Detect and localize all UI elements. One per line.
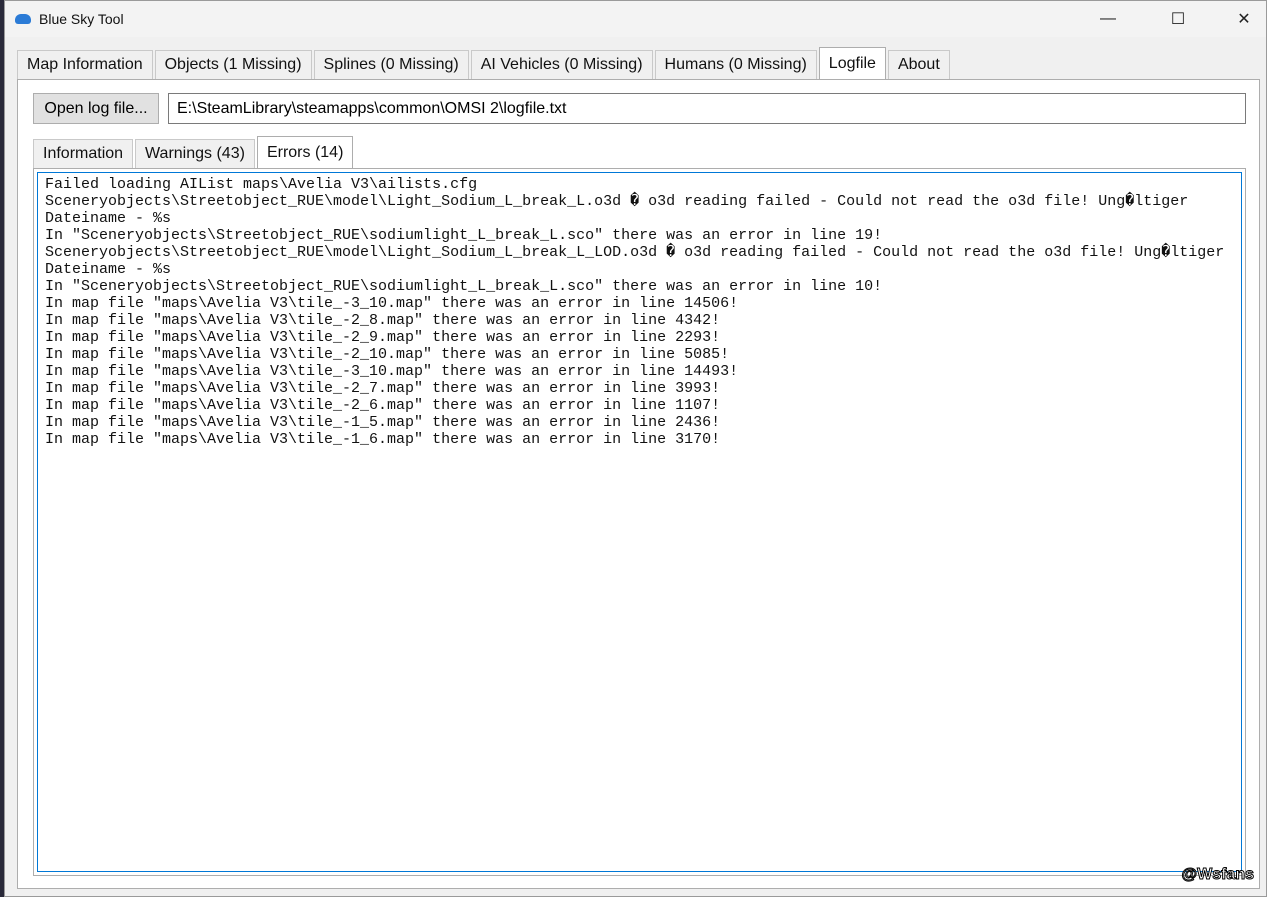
tab-ai-vehicles[interactable]: AI Vehicles (0 Missing) [470,50,653,79]
open-log-file-button[interactable]: Open log file... [33,93,159,124]
maximize-button[interactable]: ☐ [1155,1,1201,37]
log-line: Dateiname - %s [45,210,172,227]
log-line: In map file "maps\Avelia V3\tile_-2_7.ma… [45,380,721,397]
log-line: In map file "maps\Avelia V3\tile_-1_6.ma… [45,431,721,448]
tab-splines[interactable]: Splines (0 Missing) [313,50,469,79]
log-line: In map file "maps\Avelia V3\tile_-2_9.ma… [45,329,721,346]
error-log-textarea[interactable]: Failed loading AIList maps\Avelia V3\ail… [37,172,1242,872]
tab-errors[interactable]: Errors (14) [256,136,354,168]
watermark: @Wsfans [1181,866,1254,884]
log-line: Failed loading AIList maps\Avelia V3\ail… [45,176,478,193]
log-line: Sceneryobjects\Streetobject_RUE\model\Li… [45,193,1189,210]
log-path-field[interactable]: E:\SteamLibrary\steamapps\common\OMSI 2\… [168,93,1246,124]
log-line: In map file "maps\Avelia V3\tile_-2_6.ma… [45,397,721,414]
logfile-panel: Open log file... E:\SteamLibrary\steamap… [17,79,1260,889]
tab-map-information[interactable]: Map Information [17,50,153,79]
close-button[interactable]: ✕ [1221,1,1267,37]
log-line: In map file "maps\Avelia V3\tile_-2_10.m… [45,346,730,363]
errors-panel: Failed loading AIList maps\Avelia V3\ail… [33,168,1246,876]
tab-humans[interactable]: Humans (0 Missing) [654,50,817,79]
tab-warnings[interactable]: Warnings (43) [135,139,255,168]
tab-information[interactable]: Information [33,139,134,168]
tab-about[interactable]: About [887,50,950,79]
minimize-button[interactable]: — [1085,1,1131,37]
window-title: Blue Sky Tool [39,11,124,27]
log-line: Dateiname - %s [45,261,172,278]
log-line: In map file "maps\Avelia V3\tile_-3_10.m… [45,363,739,380]
tab-objects[interactable]: Objects (1 Missing) [154,50,312,79]
log-line: In "Sceneryobjects\Streetobject_RUE\sodi… [45,278,883,295]
log-line: In map file "maps\Avelia V3\tile_-2_8.ma… [45,312,721,329]
tab-logfile[interactable]: Logfile [818,47,886,79]
app-window: Blue Sky Tool — ☐ ✕ Map Information Obje… [4,0,1267,897]
log-line: In map file "maps\Avelia V3\tile_-3_10.m… [45,295,739,312]
sub-tabs: Information Warnings (43) Errors (14) [33,135,355,168]
log-line: In "Sceneryobjects\Streetobject_RUE\sodi… [45,227,883,244]
log-line: Sceneryobjects\Streetobject_RUE\model\Li… [45,244,1225,261]
main-tabs: Map Information Objects (1 Missing) Spli… [17,47,952,79]
title-bar: Blue Sky Tool — ☐ ✕ [5,1,1266,37]
log-line: In map file "maps\Avelia V3\tile_-1_5.ma… [45,414,721,431]
cloud-icon [15,14,31,24]
